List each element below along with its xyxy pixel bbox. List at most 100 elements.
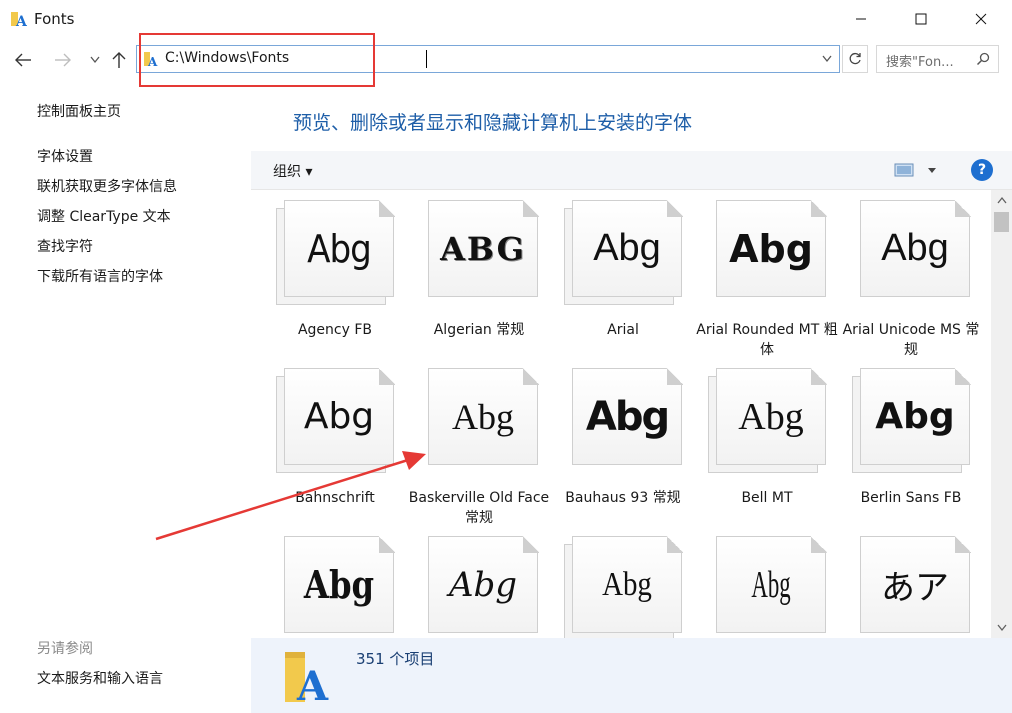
font-name: Bauhaus 93 常规 [565,490,681,506]
download-fonts-link[interactable]: 下载所有语言的字体 [37,266,163,286]
font-thumbnail: Abg [708,536,827,638]
minimize-button[interactable] [838,0,884,38]
font-name: Bell MT [741,490,793,506]
search-icon [976,52,990,66]
font-thumbnail: Abg [564,368,683,473]
font-name: Berlin Sans FB [860,490,962,506]
font-name: Arial [607,322,639,338]
text-cursor [426,50,427,68]
fonts-folder-icon: A [11,12,28,28]
font-sample: Abg [593,227,661,269]
svg-text:A: A [296,663,329,704]
font-sample: あア [881,568,949,608]
font-sample: Abg [881,227,949,269]
command-toolbar: 组织 ▾ ? [251,151,1012,190]
font-item[interactable]: Abg [539,526,683,638]
font-thumbnail: あア [852,536,971,638]
font-thumbnail: Abg [420,368,539,473]
organize-button[interactable]: 组织 ▾ [273,161,312,181]
font-thumbnail: Abg [852,200,971,305]
font-item[interactable]: Abg Arial Rounded MT 粗体 [683,190,838,358]
font-item[interactable]: Abg Baskerville Old Face 常规 [395,358,549,526]
font-name: Agency FB [297,322,373,338]
cleartype-link[interactable]: 调整 ClearType 文本 [37,206,171,226]
maximize-button[interactable] [898,0,944,38]
back-button[interactable] [10,46,36,74]
scroll-down-button[interactable] [991,620,1012,636]
font-item[interactable]: Abg Berlin Sans FB [827,358,971,518]
font-name: Arial Rounded MT 粗体 [696,322,838,358]
scroll-thumb[interactable] [994,212,1009,232]
font-sample: Abg [303,396,375,437]
chevron-down-icon [822,55,832,63]
change-view-icon[interactable] [894,163,914,177]
font-name: Baskerville Old Face 常规 [408,490,550,526]
see-also-heading: 另请参阅 [37,641,93,657]
font-sample: ABG [440,229,526,268]
text-services-link[interactable]: 文本服务和输入语言 [37,668,163,688]
font-name: Algerian 常规 [433,322,525,338]
forward-arrow-icon [55,53,71,67]
recent-locations-button[interactable] [82,46,108,74]
close-button[interactable] [958,0,1004,38]
font-item[interactable]: ABG Algerian 常规 [395,190,539,350]
font-grid: Abg Agency FB ABG Algerian 常规 Abg Arial Abg Ari… [251,190,991,638]
font-thumbnail: ABG [420,200,539,305]
font-item[interactable]: あア [827,526,971,638]
up-arrow-icon [112,52,126,68]
page-fold [811,536,827,553]
font-item[interactable]: Abg Bell MT [683,358,827,518]
refresh-icon [849,52,861,65]
font-sample: Abg [452,396,514,437]
font-item[interactable]: Abg Bauhaus 93 常规 [539,358,683,518]
window-title: Fonts [34,10,75,28]
address-dropdown-button[interactable] [817,46,837,72]
font-item[interactable]: Abg Arial [539,190,683,350]
font-item[interactable]: Abg Agency FB [251,190,395,350]
font-sample: Abg [738,395,804,438]
search-placeholder: 搜索"Fon... [886,55,954,70]
control-panel-home-link[interactable]: 控制面板主页 [37,101,121,121]
font-name: Bahnschrift [295,490,375,506]
font-thumbnail: Abg [276,200,395,305]
find-character-link[interactable]: 查找字符 [37,236,93,256]
chevron-down-icon [90,56,100,64]
close-icon [975,13,987,25]
font-sample: Abg [307,226,372,271]
help-icon[interactable]: ? [971,159,993,181]
font-thumbnail: Abg [276,536,395,638]
font-thumbnail: Abg [852,368,971,473]
font-sample: Abg [751,563,791,606]
font-sample: Abg [602,565,652,603]
up-button[interactable] [106,46,132,74]
font-item[interactable]: Abg [251,526,395,638]
scroll-up-button[interactable] [991,192,1012,208]
search-input[interactable]: 搜索"Fon... [876,45,999,73]
font-name: Arial Unicode MS 常规 [842,322,980,358]
font-sample: Abg [585,393,670,440]
font-settings-link[interactable]: 字体设置 [37,146,93,166]
font-sample: Abg [875,396,955,437]
back-arrow-icon [15,53,31,67]
font-item[interactable]: Abg [683,526,827,638]
details-pane: A 351 个项目 [251,638,1012,713]
fonts-folder-icon: A [285,652,329,704]
font-item[interactable]: Abg Arial Unicode MS 常规 [827,190,979,358]
font-thumbnail: Abg [564,200,683,305]
vertical-scrollbar[interactable] [991,190,1012,638]
svg-text:A: A [15,14,28,28]
get-more-fonts-link[interactable]: 联机获取更多字体信息 [37,176,177,196]
font-sample: Abg [303,562,375,607]
font-item[interactable]: Abg [395,526,539,638]
font-item[interactable]: Abg Bahnschrift [251,358,395,518]
page-heading: 预览、删除或者显示和隐藏计算机上安装的字体 [293,112,693,134]
font-thumbnail: Abg [708,368,827,473]
chevron-down-icon[interactable] [927,163,937,177]
chevron-down-icon [996,624,1007,632]
forward-button[interactable] [50,46,76,74]
font-sample: Abg [729,226,813,271]
refresh-button[interactable] [842,45,868,73]
font-thumbnail: Abg [708,200,827,305]
maximize-icon [915,13,927,25]
annotation-highlight-box [139,33,375,87]
